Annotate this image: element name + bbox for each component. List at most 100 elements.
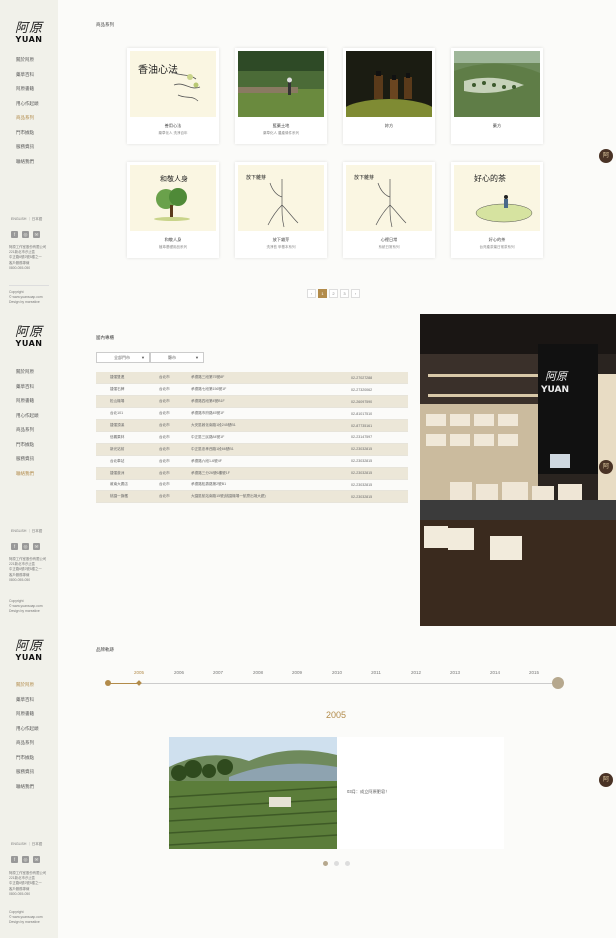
product-card[interactable]: 藥方 [451, 48, 543, 144]
timeline-year[interactable]: 2006 [167, 670, 191, 675]
nav-item-products[interactable]: 商品系列 [16, 736, 39, 751]
nav-item-products[interactable]: 商品系列 [16, 423, 39, 438]
nav-item-stores[interactable]: 門市據點 [16, 126, 39, 141]
timeline-marker[interactable] [136, 680, 142, 686]
product-image: 好心的茶 [454, 165, 540, 231]
timeline-year[interactable]: 2007 [206, 670, 230, 675]
product-image: 和敬人身 [130, 165, 216, 231]
carousel-dot[interactable] [334, 861, 339, 866]
pagination-next[interactable]: › [351, 289, 360, 298]
timeline-year[interactable]: 2014 [483, 670, 507, 675]
nav-item-about[interactable]: 關於阿原 [16, 365, 39, 380]
product-card[interactable]: 妳方 [343, 48, 435, 144]
timeline-year[interactable]: 2015 [522, 670, 546, 675]
mail-icon[interactable]: ✉ [33, 231, 40, 238]
timeline-year[interactable]: 2011 [364, 670, 388, 675]
company-info: 阿原工作室股份有限公司 221新北市汐止區 中正路6號2號5樓之一 客戶服務專線… [9, 245, 47, 270]
nav-item-books[interactable]: 阿原書籍 [16, 707, 39, 722]
product-card[interactable]: 香油心法 善用心法 藥草化人 洗淨百年 [127, 48, 219, 144]
nav-item-about[interactable]: 關於阿原 [16, 53, 39, 68]
product-card[interactable]: 藍藥土地 藥草化人 農產條件系列 [235, 48, 327, 144]
nav-item-service[interactable]: 服務資訊 [16, 140, 39, 155]
floating-brand-button[interactable]: 阿 [599, 149, 613, 163]
pagination-prev[interactable]: ‹ [307, 289, 316, 298]
store-name: 台北101 [96, 407, 156, 421]
facebook-icon[interactable]: f [11, 543, 18, 550]
region-select[interactable]: 全部門市 ▼ [96, 352, 150, 363]
nav-item-contact[interactable]: 聯絡我們 [16, 155, 39, 170]
pagination-page-3[interactable]: 3 [340, 289, 349, 298]
product-card[interactable]: 好心的茶 好心的茶 台灣產茶葉日常茶系列 [451, 162, 543, 258]
store-name: 台北車站 [96, 455, 156, 468]
product-name: 藥方 [492, 123, 502, 128]
mail-icon[interactable]: ✉ [33, 543, 40, 550]
store-row[interactable]: 桃園一旗艦 台北市 大園區航站南路15號(桃園機場一航廈出境大廳) 02-230328… [96, 490, 408, 504]
store-row[interactable]: 捷運頂溪 台北市 大安區敦化南路1段245號B1 02-87735161 [96, 419, 408, 432]
store-row[interactable]: 松山機場 台北市 承德路四段第4號B1F 02-26097590 [96, 395, 408, 409]
timeline-year[interactable]: 2012 [404, 670, 428, 675]
timeline-end-handle[interactable] [552, 677, 564, 689]
store-row[interactable]: 捷運蘆洲 台北市 承德路三分26號6樓號1F 02-23032815 [96, 467, 408, 480]
nav-item-products[interactable]: 商品系列 [16, 111, 39, 126]
timeline-start-dot[interactable] [105, 680, 111, 686]
store-row[interactable]: 捷運石牌 台北市 承德路七段第156號1F 02-27320062 [96, 383, 408, 397]
nav-item-contact[interactable]: 聯絡我們 [16, 467, 39, 482]
nav-item-about[interactable]: 關於阿原 [16, 678, 39, 693]
nav-item-stores[interactable]: 門市據點 [16, 438, 39, 453]
timeline-year[interactable]: 2013 [443, 670, 467, 675]
carousel-dot[interactable] [345, 861, 350, 866]
store-phone: 02-23032815 [348, 455, 408, 468]
language-switch[interactable]: ENGLISH ｜ 日本語 [11, 842, 42, 847]
product-image [454, 51, 540, 117]
copyright: Copyright © www.yuansoap.com Design by m… [9, 290, 43, 305]
company-info: 阿原工作室股份有限公司 221新北市汐止區 中正路6號2號5樓之一 客戶服務專線… [9, 557, 47, 582]
product-card[interactable]: 放下雜芽 放下雜芽 洗淨苔 甲基本系列 [235, 162, 327, 258]
facebook-icon[interactable]: f [11, 231, 18, 238]
floating-brand-button[interactable]: 阿 [599, 773, 613, 787]
store-name: 捷運雙連 [96, 372, 156, 385]
store-row[interactable]: 敦南大廣店 台北市 承德路松壽路第2號B1 02-23032815 [96, 479, 408, 492]
timeline-year[interactable]: 2005 [127, 670, 151, 675]
instagram-icon[interactable]: ◎ [22, 856, 29, 863]
nav-item-herbs[interactable]: 藥草百科 [16, 380, 39, 395]
nav-item-start[interactable]: 用心作起頭 [16, 97, 39, 112]
floating-brand-button[interactable]: 阿 [599, 460, 613, 474]
nav-item-service[interactable]: 服務資訊 [16, 765, 39, 780]
language-switch[interactable]: ENGLISH ｜ 日本語 [11, 529, 42, 534]
nav-item-books[interactable]: 阿原書籍 [16, 394, 39, 409]
carousel-dot[interactable] [323, 861, 328, 866]
store-phone: 02-27320062 [348, 383, 408, 397]
store-row[interactable]: 新光站前 台北市 中正區忠孝西路1段66號B1 02-23032815 [96, 443, 408, 456]
store-row[interactable]: 捷運雙連 台北市 承德路三段第75號8F 02-27027288 [96, 372, 408, 385]
store-row[interactable]: 台北車站 台北市 承德路六段1-6號4F 02-23032815 [96, 455, 408, 468]
facebook-icon[interactable]: f [11, 856, 18, 863]
product-card[interactable]: 放下雜芽 心裡日常 系統日常系列 [343, 162, 435, 258]
logo[interactable]: 阿原 YUAN [14, 640, 44, 662]
nav-item-start[interactable]: 用心作起頭 [16, 409, 39, 424]
store-row[interactable]: 信義果林 台北市 中正區三民路84號1F 02-23147597 [96, 431, 408, 444]
timeline-year[interactable]: 2009 [285, 670, 309, 675]
nav-item-herbs[interactable]: 藥草百科 [16, 68, 39, 83]
language-switch[interactable]: ENGLISH ｜ 日本語 [11, 217, 42, 222]
timeline-year[interactable]: 2008 [246, 670, 270, 675]
mail-icon[interactable]: ✉ [33, 856, 40, 863]
store-photo: 阿原 YUAN [420, 314, 616, 626]
nav-item-contact[interactable]: 聯絡我們 [16, 780, 39, 795]
nav-item-books[interactable]: 阿原書籍 [16, 82, 39, 97]
nav-item-herbs[interactable]: 藥草百科 [16, 693, 39, 708]
instagram-icon[interactable]: ◎ [22, 543, 29, 550]
store-row[interactable]: 台北101 台北市 承德路市府路45號1F 02-81017510 [96, 407, 408, 421]
logo[interactable]: 阿原 YUAN [14, 326, 44, 348]
pagination-page-1[interactable]: 1 [318, 289, 327, 298]
nav-item-stores[interactable]: 門市據點 [16, 751, 39, 766]
product-card[interactable]: 和敬人身 和敬人身 植萃基礎用品系列 [127, 162, 219, 258]
nav-item-start[interactable]: 用心作起頭 [16, 722, 39, 737]
city-select[interactable]: 縣市 ▼ [150, 352, 204, 363]
logo[interactable]: 阿原 YUAN [14, 22, 44, 44]
instagram-icon[interactable]: ◎ [22, 231, 29, 238]
timeline-year[interactable]: 2010 [325, 670, 349, 675]
nav-item-service[interactable]: 服務資訊 [16, 452, 39, 467]
product-name: 和敬人身 [164, 237, 182, 242]
pagination-page-2[interactable]: 2 [329, 289, 338, 298]
store-name: 捷運石牌 [96, 383, 156, 397]
